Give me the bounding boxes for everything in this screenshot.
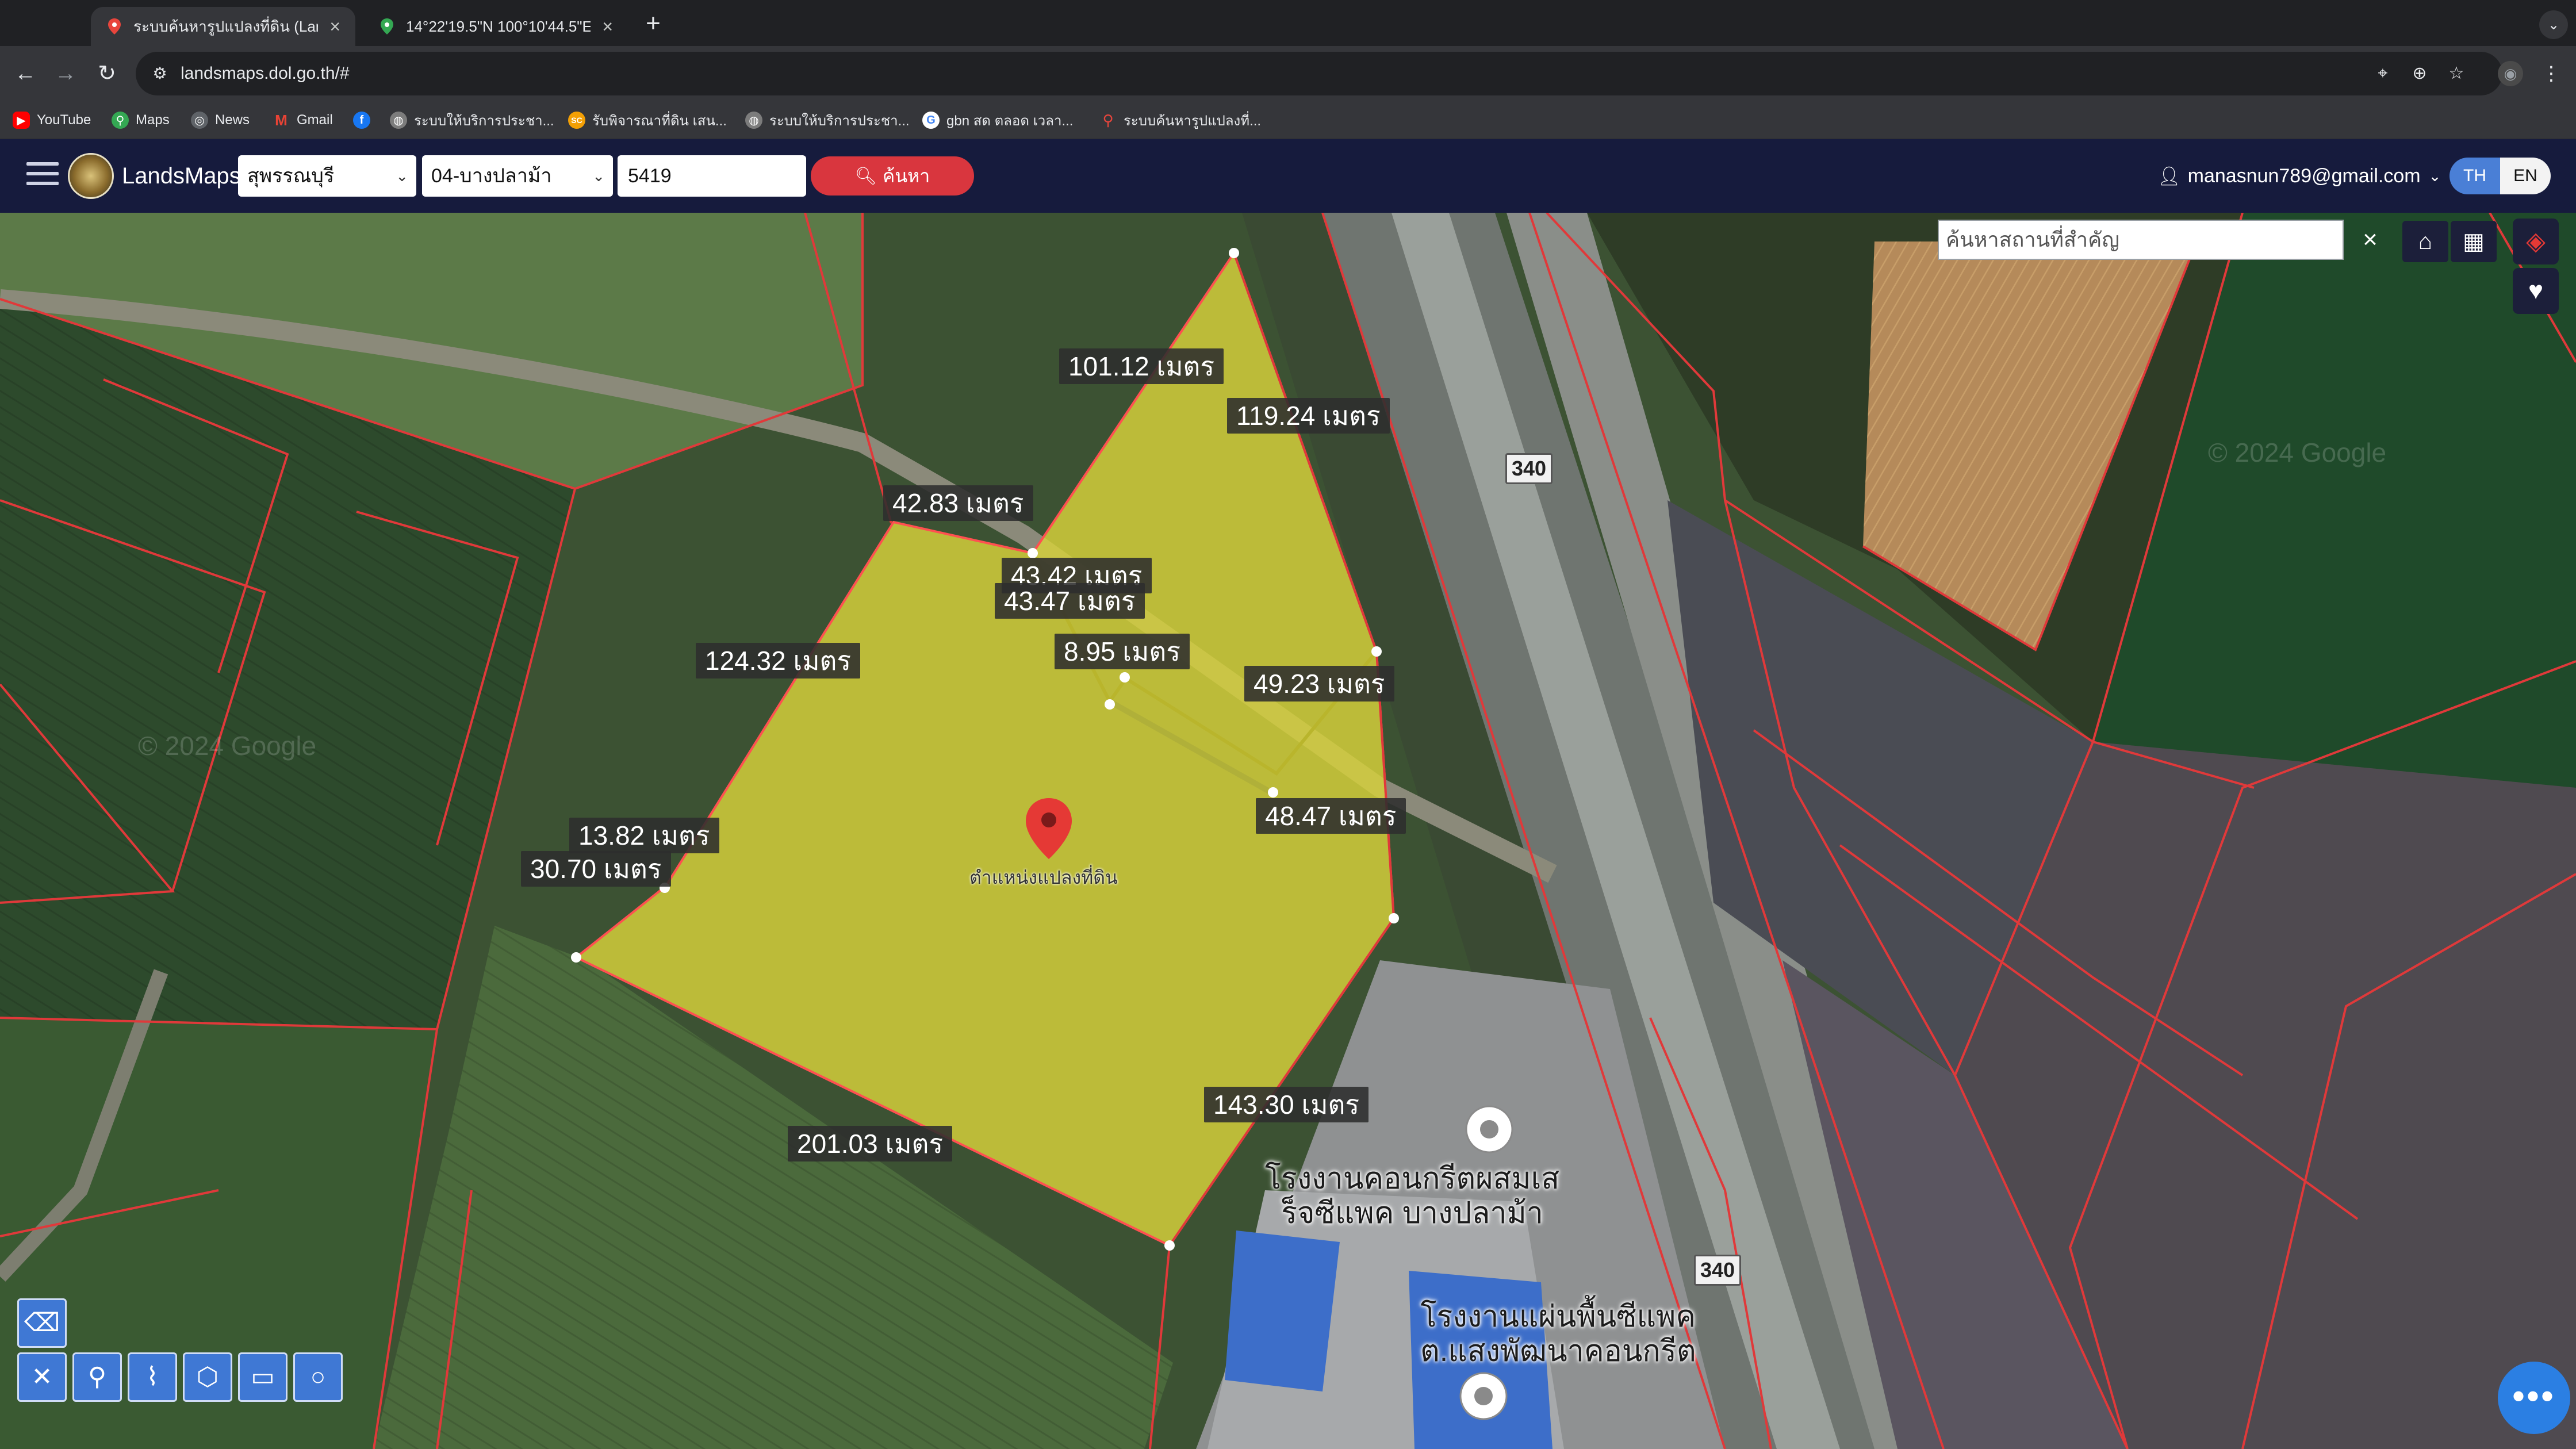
bookmark-maps[interactable]: ⚲ Maps xyxy=(112,109,170,131)
circle-tool-icon[interactable]: ○ xyxy=(293,1352,343,1402)
place-search-input[interactable]: ค้นหาสถานที่สำคัญ xyxy=(1938,220,2344,260)
district-select[interactable]: 04-บางปลาม้า ⌄ xyxy=(422,155,613,197)
bookmarks-bar: ▶ YouTube ⚲ Maps ◎ News M Gmail f ◍ ระบบ… xyxy=(0,101,2576,139)
map-canvas[interactable]: © 2024 Google © 2024 Google 101.12 เมตร … xyxy=(0,213,2576,1449)
measure-label: 8.95 เมตร xyxy=(1055,634,1190,669)
search-button[interactable]: 🔍︎ ค้นหา xyxy=(811,156,974,195)
youtube-icon: ▶ xyxy=(13,112,30,129)
home-icon[interactable]: ⌂ xyxy=(2402,221,2448,262)
zoom-icon[interactable]: ⊕ xyxy=(2408,62,2431,85)
measure-label: 143.30 เมตร xyxy=(1204,1087,1369,1122)
measure-label: 48.47 เมตร xyxy=(1256,798,1406,834)
user-icon: 👤︎ xyxy=(2157,166,2181,186)
dol-logo xyxy=(68,153,114,199)
measure-label: 124.32 เมตร xyxy=(696,643,861,678)
measure-label: 201.03 เมตร xyxy=(788,1126,953,1162)
pin-caption: ตำแหน่งแปลงที่ดิน xyxy=(969,867,1118,888)
chevron-down-icon: ⌄ xyxy=(2428,167,2441,185)
menu-icon[interactable] xyxy=(26,162,59,190)
maps-pin-icon xyxy=(378,18,396,35)
poi-label[interactable]: โรงงานคอนกรีตผสมเส ร็จซีแพค บางปลาม้า xyxy=(1265,1162,1559,1230)
new-tab-button[interactable]: + xyxy=(642,9,665,38)
maps-pin-icon: ⚲ xyxy=(112,112,129,129)
district-value: 04-บางปลาม้า xyxy=(431,165,552,187)
poi-label[interactable]: โรงงานแผ่นพื้นซีแพค ต.แสงพัฒนาคอนกรีต xyxy=(1420,1300,1696,1368)
site-icon: ◍ xyxy=(390,112,407,129)
measure-label: 101.12 เมตร xyxy=(1059,348,1224,384)
rectangle-tool-icon[interactable]: ▭ xyxy=(238,1352,288,1402)
measure-label: 119.24 เมตร xyxy=(1227,398,1390,434)
tab-title: ระบบค้นหารูปแปลงที่ดิน (LandsMaps) xyxy=(133,17,318,35)
browser-toolbar: ← → ↻ ⚙ landsmaps.dol.go.th/# ⌖ ⊕ ☆ ◉ ⋮ xyxy=(0,46,2576,101)
polygon-tool-icon[interactable]: ⬡ xyxy=(183,1352,232,1402)
back-icon[interactable]: ← xyxy=(12,60,39,87)
bookmark-news[interactable]: ◎ News xyxy=(191,109,250,131)
bookmark-youtube[interactable]: ▶ YouTube xyxy=(13,109,91,131)
measure-label: 13.82 เมตร xyxy=(569,818,719,853)
watermark: © 2024 Google xyxy=(2208,438,2387,467)
bookmark-gmail[interactable]: M Gmail xyxy=(273,109,333,131)
more-options-button[interactable]: ••• xyxy=(2498,1362,2570,1434)
lang-en-button[interactable]: EN xyxy=(2500,158,2551,194)
road-shield: 340 xyxy=(1694,1255,1742,1286)
tab-coordinates[interactable]: 14°22'19.5"N 100°10'44.5"E × xyxy=(363,7,628,46)
polyline-tool-icon[interactable]: ⌇ xyxy=(128,1352,177,1402)
province-select[interactable]: สุพรรณบุรี ⌄ xyxy=(238,155,416,197)
url-text[interactable]: landsmaps.dol.go.th/# xyxy=(181,62,350,85)
news-icon: ◎ xyxy=(191,112,208,129)
close-tab-icon[interactable]: × xyxy=(602,16,613,37)
address-bar[interactable]: ⚙ landsmaps.dol.go.th/# ⌖ ⊕ ☆ xyxy=(136,52,2502,95)
chrome-menu-icon[interactable]: ⋮ xyxy=(2542,60,2561,87)
search-icon: 🔍︎ xyxy=(854,166,877,186)
ruler-tools-icon[interactable]: ✕ xyxy=(17,1352,67,1402)
eraser-icon[interactable]: ⌫ xyxy=(17,1298,67,1348)
measure-label: 49.23 เมตร xyxy=(1244,666,1394,702)
bookmark-gbn[interactable]: G gbn สด ตลอด เวลา... xyxy=(922,109,1073,131)
bookmark-facebook[interactable]: f xyxy=(353,109,377,131)
tab-title: 14°22'19.5"N 100°10'44.5"E xyxy=(406,17,591,35)
brand-title: LandsMaps xyxy=(122,163,241,189)
location-icon[interactable]: ⌖ xyxy=(2371,62,2394,85)
user-email: manasnun789@gmail.com xyxy=(2187,165,2421,187)
app-header: LandsMaps สุพรรณบุรี ⌄ 04-บางปลาม้า ⌄ 54… xyxy=(0,139,2576,213)
tab-landsmaps[interactable]: ระบบค้นหารูปแปลงที่ดิน (LandsMaps) × xyxy=(91,7,355,46)
gmail-icon: M xyxy=(275,111,288,129)
forward-icon[interactable]: → xyxy=(52,60,79,87)
favorite-heart-icon[interactable]: ♥ xyxy=(2513,268,2559,314)
bookmark-site-1[interactable]: ◍ ระบบให้บริการประชา... xyxy=(390,109,554,131)
measure-label: 42.83 เมตร xyxy=(883,485,1033,521)
sc-icon: SC xyxy=(568,112,585,129)
parcel-number-input[interactable]: 5419 xyxy=(618,155,806,197)
tab-search-button[interactable]: ⌄ xyxy=(2539,10,2568,39)
pin-tool-icon[interactable]: ⚲ xyxy=(72,1352,122,1402)
bookmark-site-2[interactable]: ◍ ระบบให้บริการประชา... xyxy=(745,109,910,131)
measure-label: 30.70 เมตร xyxy=(521,851,671,887)
lang-th-button[interactable]: TH xyxy=(2450,158,2500,194)
google-icon: G xyxy=(922,112,940,129)
maps-pin-icon xyxy=(106,18,123,35)
bookmark-sc[interactable]: SC รับพิจารณาที่ดิน เสน... xyxy=(568,109,727,131)
clear-icon[interactable]: × xyxy=(2354,221,2386,259)
close-tab-icon[interactable]: × xyxy=(329,16,340,37)
profile-avatar-icon[interactable]: ◉ xyxy=(2498,61,2523,86)
maps-pin-icon: ⚲ xyxy=(1102,111,1114,129)
layers-icon[interactable]: ◈ xyxy=(2513,218,2559,264)
province-value: สุพรรณบุรี xyxy=(247,165,335,187)
road-shield: 340 xyxy=(1505,453,1553,484)
bookmark-landsmaps[interactable]: ⚲ ระบบค้นหารูปแปลงที่... xyxy=(1099,109,1261,131)
reload-icon[interactable]: ↻ xyxy=(93,60,121,87)
watermark: © 2024 Google xyxy=(138,731,317,761)
grid-icon[interactable]: ▦ xyxy=(2451,221,2497,262)
browser-tab-bar: ระบบค้นหารูปแปลงที่ดิน (LandsMaps) × 14°… xyxy=(0,0,2576,46)
facebook-icon: f xyxy=(353,112,370,129)
site-info-icon[interactable]: ⚙ xyxy=(148,62,171,85)
site-icon: ◍ xyxy=(745,112,762,129)
bookmark-star-icon[interactable]: ☆ xyxy=(2445,62,2468,85)
measure-label: 43.47 เมตร xyxy=(995,583,1145,619)
chevron-down-icon: ⌄ xyxy=(396,167,408,185)
chevron-down-icon: ⌄ xyxy=(592,167,605,185)
user-menu[interactable]: 👤︎ manasnun789@gmail.com ⌄ xyxy=(2157,160,2441,192)
